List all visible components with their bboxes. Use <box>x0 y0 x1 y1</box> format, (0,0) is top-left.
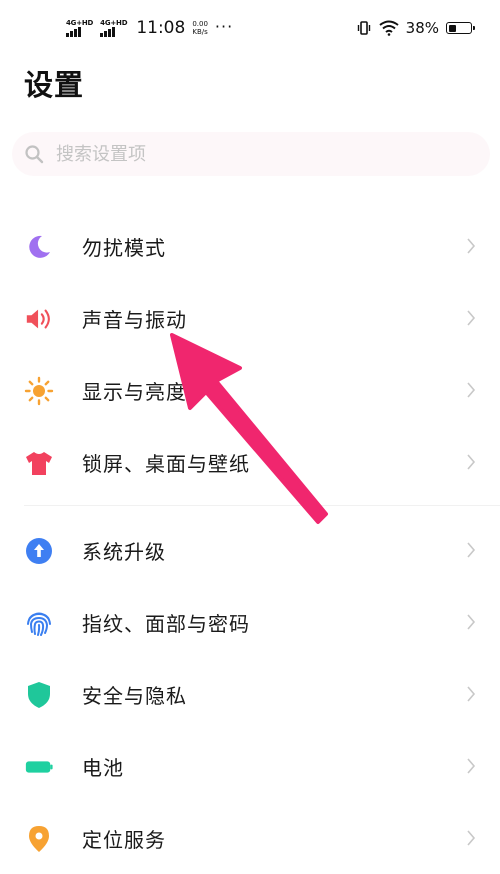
status-right: 38% <box>356 16 475 40</box>
group-divider <box>0 498 500 514</box>
battery-icon <box>24 752 54 782</box>
signal-1-label: 4G+HD <box>66 19 94 27</box>
settings-item-label: 显示与亮度 <box>82 379 187 404</box>
sun-icon <box>24 376 54 406</box>
settings-item-label: 锁屏、桌面与壁纸 <box>82 451 250 476</box>
chevron-right-icon <box>467 758 476 774</box>
status-time: 11:08 <box>136 18 186 38</box>
signal-1: 4G+HD <box>66 19 93 37</box>
settings-item-do-not-disturb[interactable]: 勿扰模式 <box>0 210 500 282</box>
settings-item-label: 指纹、面部与密码 <box>82 611 250 636</box>
chevron-right-icon <box>467 614 476 630</box>
settings-item-location-services[interactable]: 定位服务 <box>0 802 500 874</box>
signal-bars-icon <box>66 27 81 37</box>
shirt-icon <box>24 448 54 478</box>
chevron-right-icon <box>467 382 476 398</box>
battery-fill <box>448 24 457 32</box>
settings-list: 勿扰模式 声音与振动 显示与亮度 锁屏、桌面与壁纸 系统升级 指纹、面部与密码 … <box>0 210 500 874</box>
speaker-icon <box>24 304 54 334</box>
settings-item-display-brightness[interactable]: 显示与亮度 <box>0 354 500 426</box>
chevron-right-icon <box>467 830 476 846</box>
signal-bars-icon <box>100 27 115 37</box>
settings-item-battery[interactable]: 电池 <box>0 730 500 802</box>
settings-item-label: 勿扰模式 <box>82 235 166 260</box>
signal-2-label: 4G+HD <box>100 19 128 27</box>
settings-item-fingerprint-face-password[interactable]: 指纹、面部与密码 <box>0 586 500 658</box>
network-speed: 0.00 KB/s <box>192 20 208 36</box>
search-bar[interactable] <box>12 132 490 176</box>
page-title: 设置 <box>24 68 85 102</box>
network-speed-unit: KB/s <box>192 28 208 36</box>
chevron-right-icon <box>467 310 476 326</box>
chevron-right-icon <box>467 238 476 254</box>
more-notifications-icon: ··· <box>214 16 234 36</box>
vibrate-icon <box>357 21 370 35</box>
settings-item-label: 电池 <box>82 755 124 780</box>
search-icon <box>25 145 44 164</box>
network-speed-value: 0.00 <box>192 20 208 28</box>
settings-item-label: 定位服务 <box>82 827 166 852</box>
location-pin-icon <box>24 824 54 854</box>
upgrade-icon <box>24 536 54 566</box>
settings-item-label: 安全与隐私 <box>82 683 187 708</box>
settings-item-label: 声音与振动 <box>82 307 187 332</box>
settings-item-system-upgrade[interactable]: 系统升级 <box>0 514 500 586</box>
settings-item-lockscreen-wallpaper[interactable]: 锁屏、桌面与壁纸 <box>0 426 500 498</box>
battery-percent: 38% <box>405 19 439 37</box>
chevron-right-icon <box>467 686 476 702</box>
wifi-icon <box>379 20 399 36</box>
settings-item-sound-vibration[interactable]: 声音与振动 <box>0 282 500 354</box>
search-input[interactable] <box>54 142 438 166</box>
settings-item-label: 系统升级 <box>82 539 166 564</box>
settings-item-security-privacy[interactable]: 安全与隐私 <box>0 658 500 730</box>
status-bar: 4G+HD 4G+HD 11:08 0.00 KB/s ··· 38% <box>0 0 500 56</box>
moon-icon <box>24 232 54 262</box>
status-left: 4G+HD 4G+HD 11:08 0.00 KB/s ··· <box>66 16 233 40</box>
signal-2: 4G+HD <box>100 19 128 37</box>
battery-icon <box>446 22 475 34</box>
fingerprint-icon <box>24 608 54 638</box>
shield-icon <box>24 680 54 710</box>
chevron-right-icon <box>467 542 476 558</box>
chevron-right-icon <box>467 454 476 470</box>
